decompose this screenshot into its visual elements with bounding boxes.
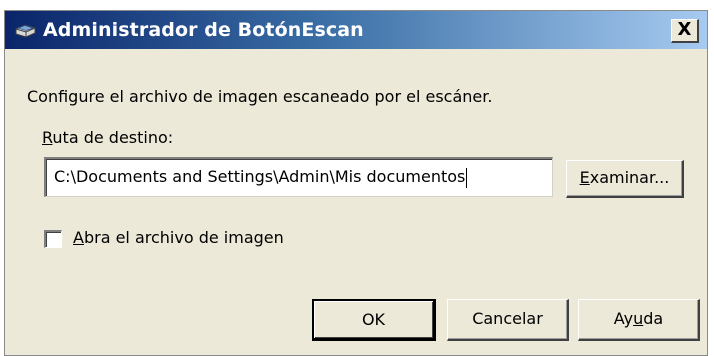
text-caret	[466, 167, 468, 188]
browse-button-rest: xaminar...	[589, 168, 670, 187]
title-bar[interactable]: Administrador de BotónEscan X	[5, 11, 707, 49]
ok-button[interactable]: OK	[312, 299, 436, 341]
destination-path-value: C:\Documents and Settings\Admin\Mis docu…	[54, 167, 466, 186]
open-image-checkbox[interactable]	[44, 230, 62, 248]
destination-label-mnemonic: R	[42, 128, 53, 147]
open-image-label-rest: bra el archivo de imagen	[83, 228, 284, 247]
browse-button-mnemonic: E	[579, 168, 590, 187]
scan-manager-dialog: Administrador de BotónEscan X Configure …	[4, 10, 708, 356]
help-label-mnemonic: u	[633, 309, 644, 328]
help-button[interactable]: Ayuda	[578, 299, 700, 341]
close-button[interactable]: X	[671, 19, 699, 43]
open-image-mnemonic: A	[73, 228, 84, 247]
scanner-icon	[15, 24, 36, 38]
intro-text: Configure el archivo de imagen escaneado…	[27, 87, 493, 106]
destination-label: Ruta de destino:	[42, 128, 173, 147]
window-title: Administrador de BotónEscan	[43, 19, 364, 41]
destination-path-input[interactable]: C:\Documents and Settings\Admin\Mis docu…	[44, 157, 553, 197]
browse-button[interactable]: Examinar...	[566, 160, 684, 198]
help-label-after: da	[643, 309, 664, 328]
close-icon: X	[677, 19, 692, 40]
destination-label-rest: uta de destino:	[52, 128, 174, 147]
cancel-button[interactable]: Cancelar	[447, 299, 569, 341]
help-label-before: Ay	[613, 309, 634, 328]
open-image-checkbox-label[interactable]: Abra el archivo de imagen	[73, 228, 284, 247]
